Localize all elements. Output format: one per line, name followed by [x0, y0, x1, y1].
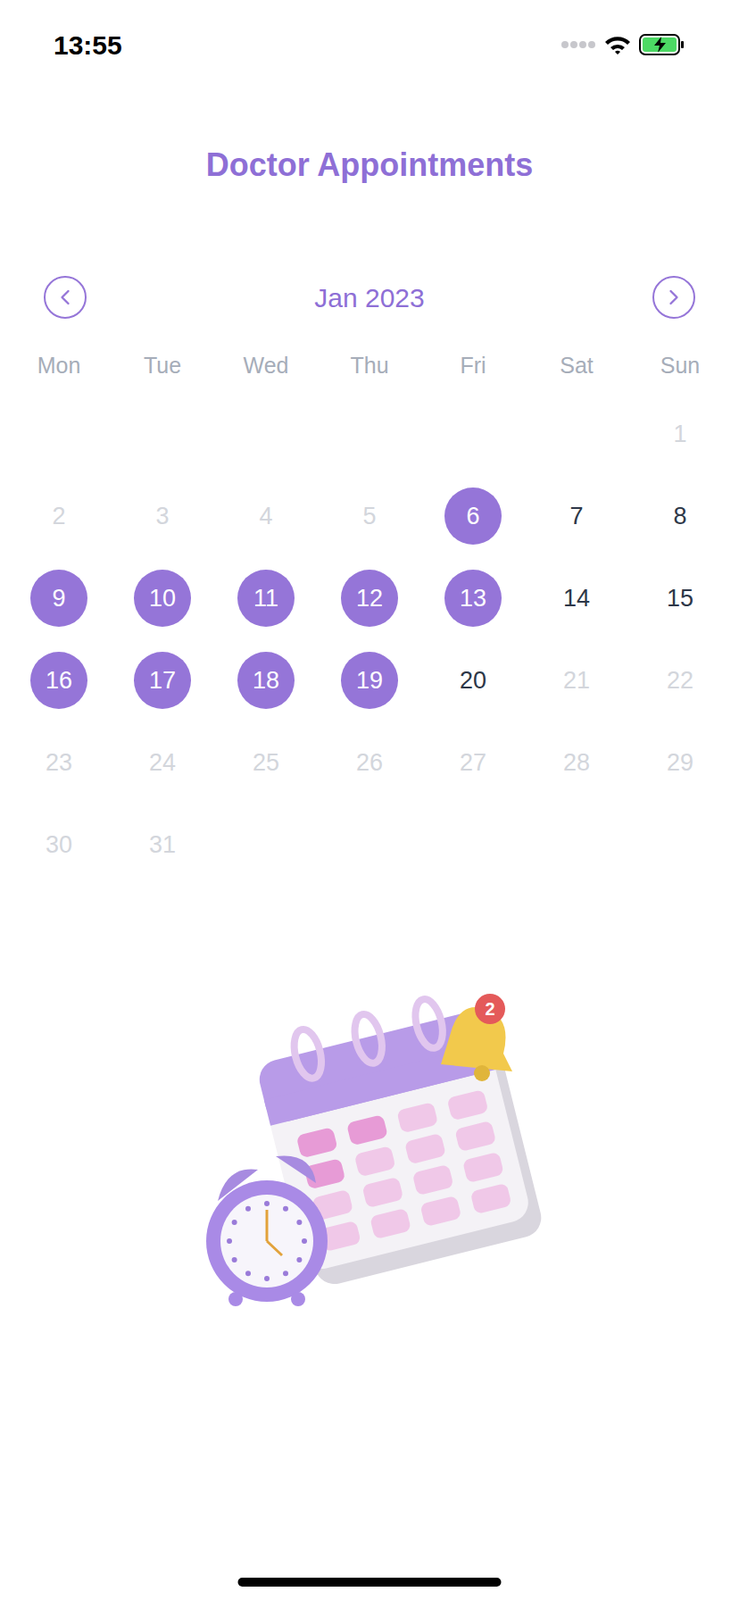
calendar-illustration-icon: 2 [182, 972, 557, 1330]
weekday-label: Wed [214, 348, 318, 384]
weekday-label: Fri [421, 348, 525, 384]
weekday-label: Tue [110, 348, 215, 384]
day-cell: 3 [110, 474, 215, 557]
day-cell[interactable]: 6 [421, 474, 525, 557]
status-bar: 13:55 [0, 0, 739, 90]
day-cell[interactable]: 14 [524, 556, 629, 640]
month-label: Jan 2023 [314, 277, 424, 318]
status-time: 13:55 [53, 24, 123, 66]
empty-cell [421, 803, 525, 886]
day-cell: 22 [628, 639, 732, 722]
empty-cell [214, 803, 318, 886]
day-cell: 4 [214, 474, 318, 557]
day-cell: 27 [421, 721, 525, 804]
day-cell: 1 [628, 392, 732, 475]
screen: 13:55 Doctor Appointments Jan 2023 MonTueWe… [0, 0, 739, 1600]
weekday-label: Sun [628, 348, 732, 384]
day-cell: 24 [110, 721, 215, 804]
empty-cell [7, 392, 111, 475]
weekday-row: MonTueWedThuFriSatSun [0, 348, 739, 384]
empty-cell [317, 392, 422, 475]
day-cell[interactable]: 17 [110, 639, 215, 722]
day-cell[interactable]: 11 [214, 556, 318, 640]
day-cell[interactable]: 16 [7, 639, 111, 722]
wifi-icon [603, 33, 632, 56]
day-cell: 2 [7, 474, 111, 557]
empty-cell [524, 803, 629, 886]
weekday-label: Thu [317, 348, 422, 384]
day-cell: 5 [317, 474, 422, 557]
day-cell[interactable]: 9 [7, 556, 111, 640]
day-cell[interactable]: 13 [421, 556, 525, 640]
prev-month-button[interactable] [43, 275, 87, 319]
calendar-grid: 1234567891011121314151617181920212223242… [0, 392, 739, 886]
next-month-button[interactable] [652, 275, 696, 319]
day-cell[interactable]: 19 [317, 639, 422, 722]
weekday-label: Mon [7, 348, 111, 384]
month-header: Jan 2023 [0, 275, 739, 319]
empty-cell [214, 392, 318, 475]
day-cell: 30 [7, 803, 111, 886]
day-cell[interactable]: 10 [110, 556, 215, 640]
empty-cell [421, 392, 525, 475]
battery-icon [639, 33, 686, 57]
day-cell[interactable]: 12 [317, 556, 422, 640]
day-cell: 29 [628, 721, 732, 804]
day-cell: 23 [7, 721, 111, 804]
day-cell[interactable]: 7 [524, 474, 629, 557]
day-cell: 31 [110, 803, 215, 886]
empty-cell [317, 803, 422, 886]
day-cell[interactable]: 20 [421, 639, 525, 722]
day-cell[interactable]: 18 [214, 639, 318, 722]
day-cell[interactable]: 8 [628, 474, 732, 557]
svg-text:2: 2 [484, 998, 495, 1019]
chevron-right-icon [661, 284, 687, 310]
chevron-left-icon [52, 284, 78, 310]
empty-cell [524, 392, 629, 475]
empty-cell [628, 803, 732, 886]
day-cell: 26 [317, 721, 422, 804]
day-cell: 25 [214, 721, 318, 804]
weekday-label: Sat [524, 348, 629, 384]
day-cell: 21 [524, 639, 629, 722]
day-cell[interactable]: 15 [628, 556, 732, 640]
signal-icon [560, 40, 597, 50]
home-indicator [238, 1577, 502, 1586]
day-cell: 28 [524, 721, 629, 804]
empty-cell [110, 392, 215, 475]
page-title: Doctor Appointments [206, 145, 534, 185]
